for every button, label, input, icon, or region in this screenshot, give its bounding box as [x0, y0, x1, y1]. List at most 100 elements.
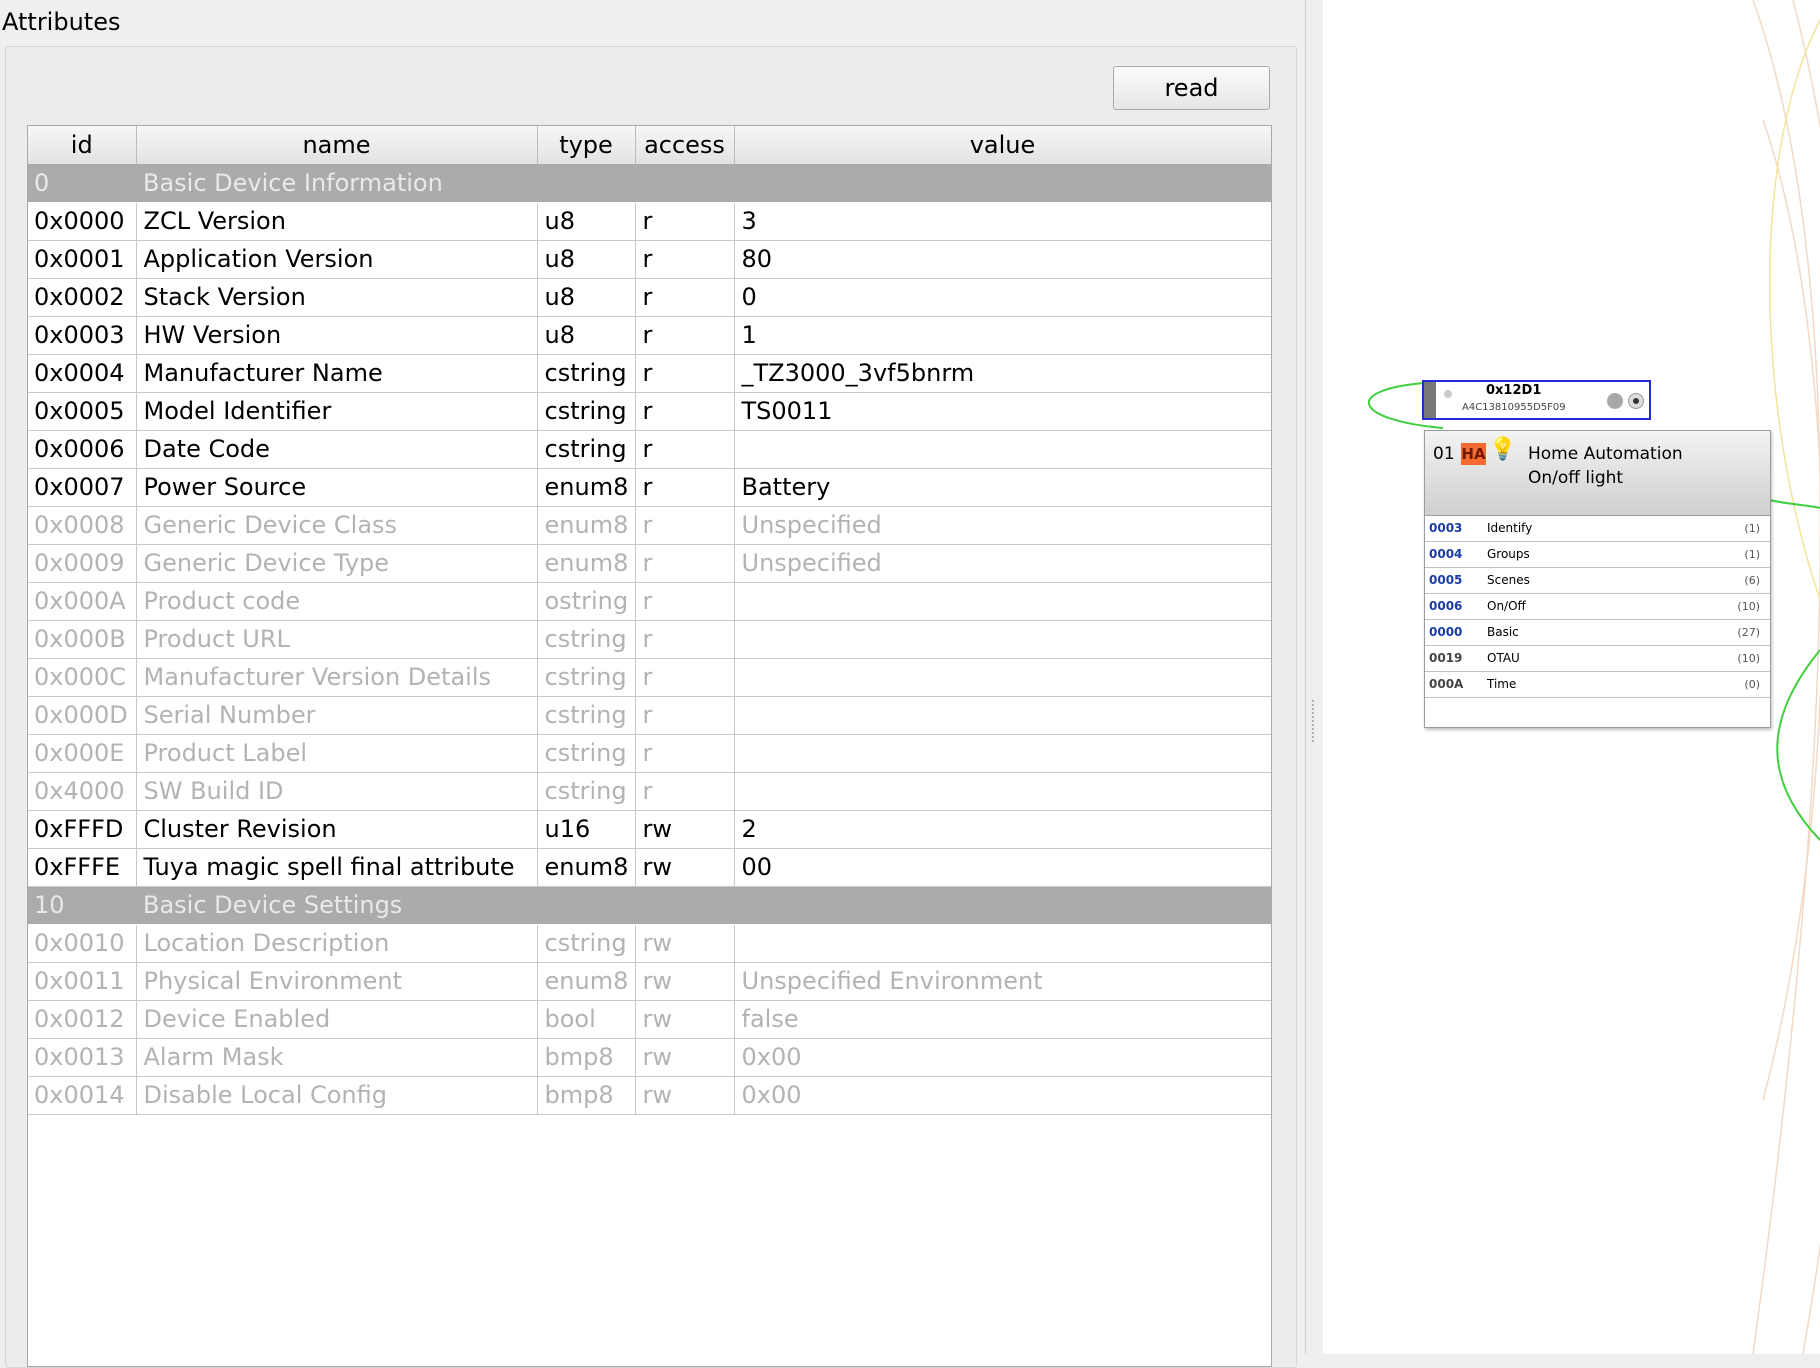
- column-header-name[interactable]: name: [136, 126, 538, 165]
- cell-id: 0x0011: [28, 962, 137, 1001]
- cell-value: [734, 696, 1271, 735]
- cell-value: false: [734, 1000, 1271, 1039]
- cell-access: r: [635, 202, 735, 241]
- network-graph-view[interactable]: 0x12D1 A4C13810955D5F09 01 HA 💡 Home Aut…: [1323, 0, 1820, 1354]
- table-row[interactable]: 0x0010 Location Description cstring rw: [28, 924, 1271, 963]
- cell-id: 0x0006: [28, 430, 137, 469]
- cell-access: rw: [635, 1000, 735, 1039]
- cell-type: bool: [537, 1000, 636, 1039]
- table-row[interactable]: 0x0006 Date Code cstring r: [28, 430, 1271, 469]
- table-row[interactable]: 0x0013 Alarm Mask bmp8 rw 0x00: [28, 1038, 1271, 1077]
- table-row[interactable]: 0x000B Product URL cstring r: [28, 620, 1271, 659]
- table-row[interactable]: 0x0011 Physical Environment enum8 rw Unspeci…: [28, 962, 1271, 1001]
- cell-access: r: [635, 658, 735, 697]
- cell-name: Location Description: [136, 924, 538, 963]
- cell-access: rw: [635, 848, 735, 887]
- table-row[interactable]: 0xFFFE Tuya magic spell final attribute en…: [28, 848, 1271, 887]
- column-header-access[interactable]: access: [635, 126, 735, 165]
- cluster-name: Identify: [1487, 521, 1533, 535]
- table-row[interactable]: 0x0002 Stack Version u8 r 0: [28, 278, 1271, 317]
- cluster-item[interactable]: 0004 Groups (1): [1425, 542, 1770, 568]
- cell-value: Battery: [734, 468, 1271, 507]
- cell-value: 3: [734, 202, 1271, 241]
- endpoint-header[interactable]: 01 HA 💡 Home Automation On/off light: [1425, 431, 1770, 516]
- cell-id: 0x0014: [28, 1076, 137, 1115]
- table-row[interactable]: 0x0003 HW Version u8 r 1: [28, 316, 1271, 355]
- table-row[interactable]: 0x000E Product Label cstring r: [28, 734, 1271, 773]
- cell-access: r: [635, 544, 735, 583]
- cell-access: r: [635, 430, 735, 469]
- table-row[interactable]: 0x0005 Model Identifier cstring r TS0011: [28, 392, 1271, 431]
- cell-access: r: [635, 696, 735, 735]
- cell-id: 0x000D: [28, 696, 137, 735]
- node-header[interactable]: 0x12D1 A4C13810955D5F09: [1422, 380, 1651, 420]
- splitter-handle[interactable]: [1305, 0, 1324, 1354]
- table-row[interactable]: 0x0008 Generic Device Class enum8 r Unspecif…: [28, 506, 1271, 545]
- read-button[interactable]: read: [1113, 66, 1270, 110]
- endpoint-device-type: On/off light: [1528, 468, 1624, 488]
- cluster-item[interactable]: 0006 On/Off (10): [1425, 594, 1770, 620]
- cluster-item[interactable]: 000A Time (0): [1425, 672, 1770, 698]
- cluster-item[interactable]: 0019 OTAU (10): [1425, 646, 1770, 672]
- table-row[interactable]: 0x000A Product code ostring r: [28, 582, 1271, 621]
- table-row[interactable]: 0x0007 Power Source enum8 r Battery: [28, 468, 1271, 507]
- splitter-grip: [1312, 700, 1316, 742]
- cell-name: Generic Device Type: [136, 544, 538, 583]
- column-header-value[interactable]: value: [734, 126, 1271, 165]
- table-row[interactable]: 0x0012 Device Enabled bool rw false: [28, 1000, 1271, 1039]
- cell-type: u8: [537, 202, 636, 241]
- cell-id: 10: [28, 886, 136, 925]
- cell-name: Product Label: [136, 734, 538, 773]
- cell-id: 0x000B: [28, 620, 137, 659]
- node-socket-icon[interactable]: [1628, 393, 1644, 409]
- column-header-id[interactable]: id: [28, 126, 137, 165]
- cell-type: cstring: [537, 430, 636, 469]
- cell-id: 0x0012: [28, 1000, 137, 1039]
- cell-name: ZCL Version: [136, 202, 538, 241]
- cell-access: r: [635, 354, 735, 393]
- cell-type: bmp8: [537, 1038, 636, 1077]
- table-row[interactable]: 0x000C Manufacturer Version Details cstrin…: [28, 658, 1271, 697]
- cell-type: u8: [537, 240, 636, 279]
- table-row[interactable]: 0x0009 Generic Device Type enum8 r Unspecifi…: [28, 544, 1271, 583]
- cell-access: rw: [635, 962, 735, 1001]
- cluster-attribute-count: (1): [1744, 548, 1760, 561]
- cell-type: enum8: [537, 962, 636, 1001]
- attributes-table-container[interactable]: id name type access value 0 Basic Device …: [27, 125, 1272, 1367]
- cell-name: Cluster Revision: [136, 810, 538, 849]
- cell-value: Unspecified: [734, 544, 1271, 583]
- cell-value: [734, 886, 1271, 925]
- table-group-row[interactable]: 0 Basic Device Information: [28, 164, 1271, 203]
- cell-value: Unspecified Environment: [734, 962, 1271, 1001]
- cluster-name: Time: [1487, 677, 1517, 691]
- table-row[interactable]: 0x0001 Application Version u8 r 80: [28, 240, 1271, 279]
- table-row[interactable]: 0x0000 ZCL Version u8 r 3: [28, 202, 1271, 241]
- cluster-item[interactable]: 0003 Identify (1): [1425, 516, 1770, 542]
- cluster-id: 0003: [1429, 521, 1463, 535]
- cell-access: r: [635, 392, 735, 431]
- table-row[interactable]: 0x0004 Manufacturer Name cstring r _TZ3000_3…: [28, 354, 1271, 393]
- cell-value: 0x00: [734, 1076, 1271, 1115]
- cell-type: [537, 164, 635, 203]
- column-header-type[interactable]: type: [537, 126, 636, 165]
- cell-value: 1: [734, 316, 1271, 355]
- cluster-item[interactable]: 0005 Scenes (6): [1425, 568, 1770, 594]
- cell-id: 0x0004: [28, 354, 137, 393]
- table-row[interactable]: 0x0014 Disable Local Config bmp8 rw 0x00: [28, 1076, 1271, 1115]
- endpoint-card[interactable]: 01 HA 💡 Home Automation On/off light 000…: [1424, 430, 1771, 728]
- cell-name: Disable Local Config: [136, 1076, 538, 1115]
- table-group-row[interactable]: 10 Basic Device Settings: [28, 886, 1271, 925]
- cell-name: HW Version: [136, 316, 538, 355]
- cluster-item[interactable]: 0000 Basic (27): [1425, 620, 1770, 646]
- cell-id: 0x0013: [28, 1038, 137, 1077]
- cluster-id: 000A: [1429, 677, 1464, 691]
- cell-access: r: [635, 582, 735, 621]
- ha-profile-badge: HA: [1461, 443, 1486, 465]
- cell-type: cstring: [537, 658, 636, 697]
- cell-name: Device Enabled: [136, 1000, 538, 1039]
- cell-value: 00: [734, 848, 1271, 887]
- cell-name: Power Source: [136, 468, 538, 507]
- table-row[interactable]: 0x000D Serial Number cstring r: [28, 696, 1271, 735]
- table-row[interactable]: 0xFFFD Cluster Revision u16 rw 2: [28, 810, 1271, 849]
- table-row[interactable]: 0x4000 SW Build ID cstring r: [28, 772, 1271, 811]
